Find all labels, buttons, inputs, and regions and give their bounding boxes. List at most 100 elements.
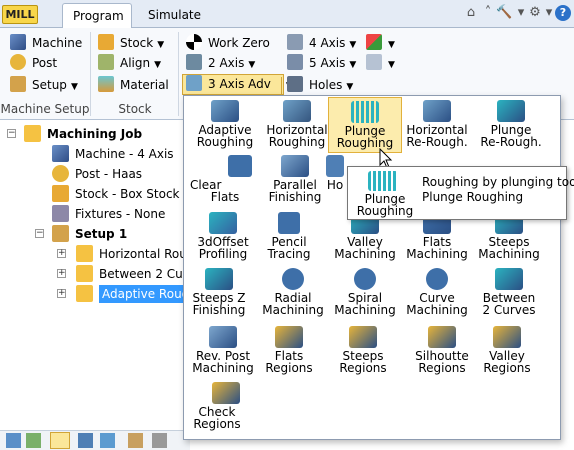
hammer-icon[interactable]: 🔨 bbox=[496, 5, 512, 21]
tree-node-fixtures[interactable]: Fixtures - None bbox=[52, 204, 165, 224]
stock-button[interactable]: Stock ▼ bbox=[98, 34, 164, 53]
gallery-item-partial[interactable]: Ho bbox=[320, 155, 350, 211]
chevron-up-icon[interactable]: ˄ bbox=[480, 5, 496, 21]
folder-icon bbox=[76, 245, 93, 262]
group-divider bbox=[178, 32, 179, 116]
steeps-z-finishing-icon bbox=[205, 268, 233, 290]
flats-regions-icon bbox=[275, 326, 303, 348]
between-2-curves-icon bbox=[495, 268, 523, 290]
silhoutte-regions-icon bbox=[428, 326, 456, 348]
gear-icon bbox=[52, 165, 69, 182]
setup-icon bbox=[52, 225, 69, 242]
gallery-item-flats-machining[interactable]: Flats Machining bbox=[400, 212, 474, 268]
gallery-item-check-regions[interactable]: Check Regions bbox=[180, 382, 254, 438]
gallery-item-silhoutte-regions[interactable]: Silhoutte Regions bbox=[405, 326, 479, 382]
post-button[interactable]: Post bbox=[10, 54, 57, 73]
gallery-item-steeps-machining[interactable]: Steeps Machining bbox=[472, 212, 546, 268]
expand-toggle[interactable]: + bbox=[57, 269, 66, 278]
group-label-stock: Stock bbox=[118, 102, 152, 116]
tree-node-post[interactable]: Post - Haas bbox=[52, 164, 142, 184]
tree-node-op[interactable]: Between 2 Curv bbox=[76, 264, 195, 284]
gallery-item-adaptive-roughing[interactable]: Adaptive Roughing bbox=[188, 100, 262, 156]
dropdown-arrow-icon: ▼ bbox=[349, 60, 357, 70]
tab-program[interactable]: Program bbox=[62, 3, 132, 29]
gallery-item-curve-machining[interactable]: Curve Machining bbox=[400, 268, 474, 324]
offset-profiling-icon bbox=[209, 212, 237, 234]
tooltip-title: Roughing by plunging tool bbox=[422, 175, 574, 189]
gallery-item-plunge-roughing[interactable]: Plunge Roughing bbox=[328, 97, 402, 153]
gallery-item-3d-offset-profiling[interactable]: 3dOffset Profiling bbox=[186, 212, 260, 268]
pencil-tracing-icon bbox=[278, 212, 300, 234]
gallery-item-clear-flats[interactable]: Clear Flats bbox=[188, 155, 262, 211]
view-icon[interactable] bbox=[50, 432, 70, 449]
view-icon[interactable] bbox=[6, 433, 21, 448]
plunge-roughing-icon bbox=[351, 101, 379, 123]
tree-node-machine[interactable]: Machine - 4 Axis bbox=[52, 144, 174, 164]
gallery-item-steeps-z-finishing[interactable]: Steeps Z Finishing bbox=[182, 268, 256, 324]
dropdown-arrow-icon: ▼ bbox=[346, 82, 354, 92]
gallery-item-rev-post-machining[interactable]: Rev. Post Machining bbox=[183, 326, 263, 382]
tree-node-machining-job[interactable]: Machining Job bbox=[24, 124, 142, 144]
gallery-item-valley-machining[interactable]: Valley Machining bbox=[328, 212, 402, 268]
toolpath-options-button[interactable]: ▼ bbox=[366, 54, 395, 73]
gallery-item-steeps-regions[interactable]: Steeps Regions bbox=[326, 326, 400, 382]
horizontal-rerough-icon bbox=[423, 100, 451, 122]
gallery-item-pencil-tracing[interactable]: Pencil Tracing bbox=[252, 212, 326, 268]
view-icon[interactable] bbox=[78, 433, 93, 448]
gallery-item-valley-regions[interactable]: Valley Regions bbox=[470, 326, 544, 382]
machine-button[interactable]: Machine bbox=[10, 34, 82, 53]
group-divider bbox=[90, 32, 91, 116]
view-icon[interactable] bbox=[152, 433, 167, 448]
gallery-item-horizontal-roughing[interactable]: Horizontal Roughing bbox=[260, 100, 334, 156]
gallery-item-horizontal-rerough[interactable]: Horizontal Re-Rough. bbox=[400, 100, 474, 156]
dropdown-arrow-icon: ▼ bbox=[248, 60, 256, 70]
tooltip-icon-label: Plunge Roughing bbox=[356, 192, 414, 218]
gallery-item-spiral-machining[interactable]: Spiral Machining bbox=[328, 268, 402, 324]
collapse-toggle[interactable]: − bbox=[35, 229, 44, 238]
tab-simulate[interactable]: Simulate bbox=[138, 3, 208, 29]
align-button[interactable]: Align ▼ bbox=[98, 54, 161, 73]
home-icon[interactable]: ⌂ bbox=[463, 5, 479, 21]
view-icon[interactable] bbox=[128, 433, 143, 448]
setup-button[interactable]: Setup ▼ bbox=[10, 76, 78, 95]
tools-button[interactable]: ▼ bbox=[366, 34, 395, 53]
tooltip-description: Plunge Roughing bbox=[422, 190, 524, 204]
view-icon[interactable] bbox=[100, 433, 115, 448]
machine-icon bbox=[52, 145, 69, 162]
four-axis-button[interactable]: 4 Axis ▼ bbox=[287, 34, 356, 53]
tools-icon bbox=[366, 34, 382, 50]
tree-node-stock[interactable]: Stock - Box Stock bbox=[52, 184, 180, 204]
material-icon bbox=[98, 76, 114, 92]
help-icon[interactable]: ? bbox=[555, 5, 571, 21]
two-axis-icon bbox=[186, 54, 202, 70]
app-badge[interactable]: MILL bbox=[2, 5, 38, 24]
view-icon[interactable] bbox=[26, 433, 41, 448]
tooltip: Plunge Roughing Roughing by plunging too… bbox=[347, 166, 574, 220]
folder-icon bbox=[76, 285, 93, 302]
expand-toggle[interactable]: + bbox=[57, 289, 66, 298]
gallery-item-plunge-rerough[interactable]: Plunge Re-Rough. bbox=[474, 100, 548, 156]
folder-icon bbox=[24, 125, 41, 142]
five-axis-icon bbox=[287, 54, 303, 70]
material-button[interactable]: Material bbox=[98, 76, 169, 95]
expand-toggle[interactable]: + bbox=[57, 249, 66, 258]
gallery-item-radial-machining[interactable]: Radial Machining bbox=[256, 268, 330, 324]
five-axis-button[interactable]: 5 Axis ▼ bbox=[287, 54, 356, 73]
fixtures-icon bbox=[52, 205, 69, 222]
stock-icon bbox=[52, 185, 69, 202]
spiral-machining-icon bbox=[354, 268, 376, 290]
holes-button[interactable]: Holes ▼ bbox=[287, 76, 353, 95]
adaptive-roughing-icon bbox=[211, 100, 239, 122]
gallery-item-flats-regions[interactable]: Flats Regions bbox=[252, 326, 326, 382]
three-axis-icon bbox=[186, 75, 202, 91]
two-axis-button[interactable]: 2 Axis ▼ bbox=[186, 54, 255, 73]
tree-node-setup[interactable]: Setup 1 bbox=[52, 224, 127, 244]
gear-icon bbox=[10, 54, 26, 70]
work-zero-button[interactable]: Work Zero bbox=[186, 34, 270, 53]
dropdown-arrow-icon: ▼ bbox=[157, 40, 165, 50]
gallery-item-between-2-curves[interactable]: Between 2 Curves bbox=[472, 268, 546, 324]
collapse-toggle[interactable]: − bbox=[7, 129, 16, 138]
holes-icon bbox=[287, 76, 303, 92]
stock-icon bbox=[98, 34, 114, 50]
toolpath-icon bbox=[326, 155, 344, 177]
